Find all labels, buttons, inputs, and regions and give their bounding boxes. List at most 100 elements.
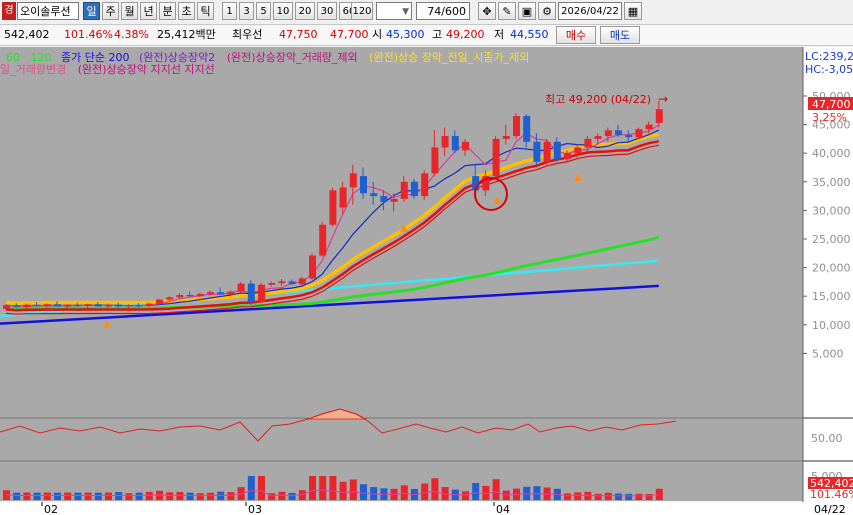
volume-bar — [207, 492, 214, 500]
candle-body — [43, 304, 51, 306]
candle-body — [298, 278, 306, 285]
volume-bar — [94, 492, 102, 500]
candle-body — [319, 224, 327, 256]
candle-body — [502, 136, 510, 139]
candle-body — [431, 147, 439, 174]
candle-body — [523, 116, 531, 142]
volume-bar — [33, 492, 41, 500]
candle-body — [380, 196, 388, 202]
tab-month[interactable]: 월 — [121, 2, 138, 20]
volume-bar — [258, 476, 265, 500]
candle-body — [64, 304, 72, 307]
volume-bar — [574, 492, 582, 500]
volume-bar — [615, 493, 622, 500]
count-field[interactable]: 74/600 — [416, 2, 470, 20]
interval-1[interactable]: 1 — [222, 2, 237, 20]
volume-bar — [43, 492, 51, 500]
candle-body — [227, 291, 235, 295]
legend-engulf-prev: (완전)상승 장악_전일_시종가_제외 — [369, 51, 530, 64]
volume-bar — [288, 492, 296, 500]
tab-day[interactable]: 일 — [83, 2, 100, 20]
volume-bar — [329, 476, 337, 500]
draw-tool-icon[interactable]: ✎ — [498, 2, 516, 20]
volume-bar — [166, 492, 174, 500]
candle-body — [258, 284, 265, 302]
volume-bar — [400, 485, 408, 500]
interval-120[interactable]: 120 — [351, 2, 373, 20]
volume-bar — [360, 484, 367, 500]
preferred-label: 최우선 — [232, 28, 263, 41]
candle-body — [125, 305, 133, 307]
candle-body — [339, 187, 347, 208]
price-axis-tick: 5,000 — [812, 347, 844, 360]
candle-body — [655, 109, 663, 123]
calendar-icon[interactable]: ▦ — [624, 2, 642, 20]
candle-body — [207, 292, 214, 294]
crosshair-icon[interactable]: ✥ — [478, 2, 496, 20]
tab-year[interactable]: 년 — [140, 2, 157, 20]
sell-button[interactable]: 매도 — [600, 26, 640, 44]
tab-second[interactable]: 초 — [178, 2, 195, 20]
save-icon[interactable]: ▣ — [518, 2, 536, 20]
candle-body — [166, 297, 174, 300]
open-price: 45,300 — [386, 28, 425, 41]
volume-bar — [84, 492, 92, 500]
interval-30[interactable]: 30 — [317, 2, 337, 20]
candle-body — [186, 295, 194, 297]
interval-20[interactable]: 20 — [295, 2, 315, 20]
candle-body — [594, 136, 602, 139]
volume-bar — [604, 492, 612, 500]
open-label: 시 — [372, 28, 383, 41]
price-axis-tick: 20,000 — [812, 262, 851, 275]
volume-value: 542,402 — [4, 28, 50, 41]
current-price-tag: 47,700 — [812, 98, 851, 111]
indicator-legend-line2: 일_거래량변경 (완전)상승장악 지지선 지지선 — [0, 61, 215, 77]
stock-chart[interactable]: 최고 49,200 (04/22) → 50,00045,00040,00035… — [0, 47, 853, 515]
interval-3[interactable]: 3 — [239, 2, 254, 20]
candle-body — [309, 255, 316, 279]
date-field[interactable]: 2026/04/22 — [558, 2, 622, 20]
tab-week[interactable]: 주 — [102, 2, 119, 20]
candle-body — [513, 116, 520, 137]
volume-bar — [74, 492, 82, 500]
candle-body — [288, 281, 296, 285]
settings-gear-icon[interactable]: ⚙ — [538, 2, 556, 20]
legend-support: (완전)상승장악 지지선 지지선 — [77, 63, 215, 76]
candle-body — [145, 303, 153, 306]
stock-name-field[interactable]: 오이솔루션 — [17, 2, 79, 20]
candle-body — [278, 281, 286, 284]
buy-button[interactable]: 매수 — [556, 26, 596, 44]
toolbar: 경 오이솔루션 일 주 월 년 분 초 틱 1 3 5 10 20 30 60 … — [0, 0, 853, 25]
low-price: 44,550 — [510, 28, 549, 41]
candle-body — [635, 129, 643, 138]
interval-dropdown[interactable]: ▼ — [376, 2, 412, 20]
quote-info-bar: 542,402 101.46% 4.38% 25,412백만 최우선 47,75… — [0, 25, 853, 46]
candle-body — [329, 190, 337, 225]
current-change-tag: 3.25% — [812, 111, 847, 124]
tab-minute[interactable]: 분 — [159, 2, 176, 20]
candle-body — [237, 283, 245, 292]
candle-body — [370, 193, 378, 197]
volume-bar — [319, 476, 327, 500]
tab-tick[interactable]: 틱 — [197, 2, 214, 20]
candle-body — [74, 304, 82, 306]
candle-body — [105, 304, 112, 307]
candle-body — [553, 141, 561, 159]
hc-label: HC:-3,05 — [805, 63, 853, 76]
volume-bar — [176, 491, 184, 500]
candle-body — [94, 304, 102, 307]
interval-5[interactable]: 5 — [256, 2, 271, 20]
date-axis-bg — [0, 502, 853, 515]
candle-body — [84, 304, 92, 306]
date-label-mar: 03 — [248, 503, 262, 515]
candle-body — [156, 299, 163, 304]
legend-engulf-vol: (완전)상승장악_거래량_제외 — [226, 51, 358, 64]
high-label: 고 — [432, 28, 443, 41]
candle-body — [492, 138, 500, 177]
candle-body — [533, 141, 541, 162]
volume-bar — [635, 493, 643, 500]
interval-10[interactable]: 10 — [273, 2, 293, 20]
candle-body — [115, 304, 123, 307]
volume-bar — [135, 492, 143, 500]
arrow-right-icon: → — [658, 92, 668, 106]
